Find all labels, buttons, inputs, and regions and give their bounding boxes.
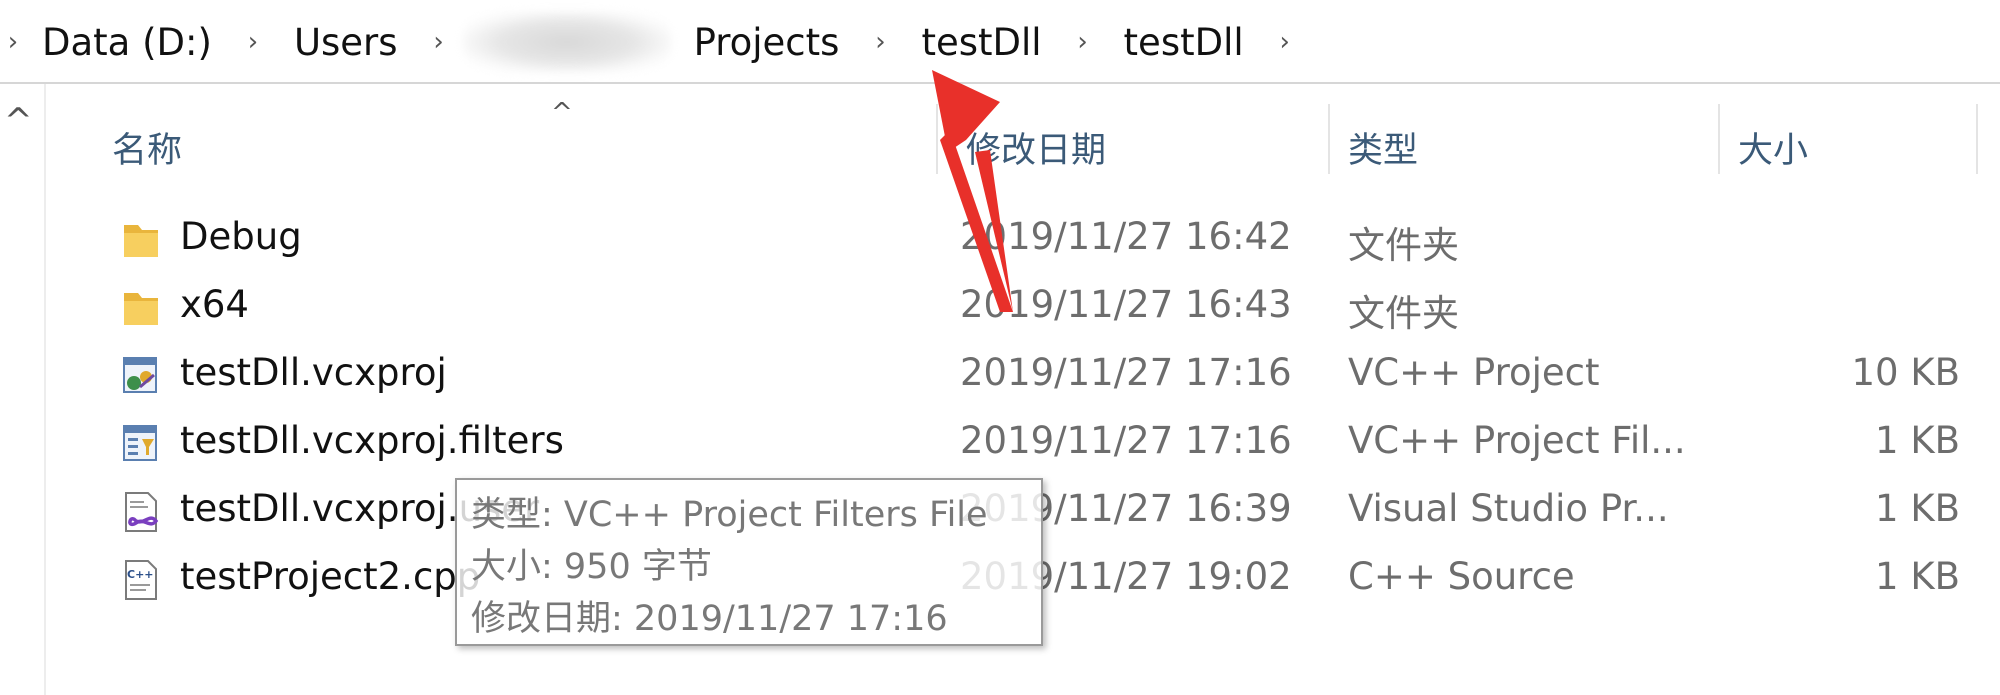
file-name: testDll.vcxproj.filters xyxy=(180,419,564,462)
chevron-right-icon[interactable]: › xyxy=(867,27,893,57)
tooltip-size: 大小: 950 字节 xyxy=(471,547,712,587)
file-date: 2019/11/27 17:16 xyxy=(960,419,1292,462)
chevron-right-icon[interactable]: › xyxy=(0,27,26,57)
breadcrumb: › Data (D:) › Users › Projects › testDll… xyxy=(0,6,2000,78)
breadcrumb-item-testdll[interactable]: testDll xyxy=(921,21,1041,64)
svg-text:C++: C++ xyxy=(127,568,154,581)
file-row[interactable]: x64 2019/11/27 16:43 文件夹 xyxy=(0,273,2000,341)
file-date: 2019/11/27 16:42 xyxy=(960,215,1292,258)
column-header-date[interactable]: 修改日期 xyxy=(966,122,1106,173)
chevron-right-icon[interactable]: › xyxy=(1070,27,1096,57)
column-divider[interactable] xyxy=(1328,104,1330,174)
breadcrumb-item-projects[interactable]: Projects xyxy=(694,21,840,64)
file-type: Visual Studio Pr... xyxy=(1348,487,1669,530)
scroll-up-icon[interactable]: ^ xyxy=(4,104,33,138)
tooltip-type: 类型: VC++ Project Filters File xyxy=(471,495,988,535)
file-row[interactable]: testDll.vcxproj 2019/11/27 17:16 VC++ Pr… xyxy=(0,341,2000,409)
visual-studio-icon xyxy=(125,492,159,532)
file-type: VC++ Project xyxy=(1348,351,1600,394)
column-header-type[interactable]: 类型 xyxy=(1348,122,1418,173)
breadcrumb-item-testdll-current[interactable]: testDll xyxy=(1124,21,1244,64)
breadcrumb-item-users[interactable]: Users xyxy=(294,21,398,64)
chevron-right-icon[interactable]: › xyxy=(1272,27,1298,57)
file-type: VC++ Project Fil... xyxy=(1348,419,1686,462)
file-name: x64 xyxy=(180,283,249,326)
column-header-name[interactable]: 名称 xyxy=(112,122,182,173)
folder-icon xyxy=(124,225,158,257)
file-size: 1 KB xyxy=(1875,487,1960,530)
file-name: Debug xyxy=(180,215,302,258)
column-divider[interactable] xyxy=(1718,104,1720,174)
column-divider[interactable] xyxy=(1976,104,1978,174)
sort-ascending-icon: ^ xyxy=(551,98,573,128)
cpp-file-icon: C++ xyxy=(125,560,157,600)
file-size: 1 KB xyxy=(1875,555,1960,598)
folder-icon xyxy=(124,293,158,325)
column-header-row: ^ 名称 修改日期 类型 大小 xyxy=(46,84,2000,180)
file-info-tooltip: 类型: VC++ Project Filters File 大小: 950 字节… xyxy=(455,478,1043,646)
breadcrumb-item-data-drive[interactable]: Data (D:) xyxy=(42,21,212,64)
column-divider[interactable] xyxy=(936,104,938,174)
file-name: testProject2.cpp xyxy=(180,555,481,598)
file-type: 文件夹 xyxy=(1348,224,1459,267)
redacted-username xyxy=(461,11,672,73)
address-bar[interactable]: › Data (D:) › Users › Projects › testDll… xyxy=(0,0,2000,84)
chevron-right-icon[interactable]: › xyxy=(426,27,452,57)
file-size: 1 KB xyxy=(1875,419,1960,462)
vcxproj-icon xyxy=(123,357,157,393)
tooltip-date: 修改日期: 2019/11/27 17:16 xyxy=(471,599,948,639)
file-row[interactable]: testDll.vcxproj.filters 2019/11/27 17:16… xyxy=(0,409,2000,477)
file-date: 2019/11/27 16:43 xyxy=(960,283,1292,326)
file-date: 2019/11/27 17:16 xyxy=(960,351,1292,394)
chevron-right-icon[interactable]: › xyxy=(240,27,266,57)
file-size: 10 KB xyxy=(1851,351,1961,394)
column-header-size[interactable]: 大小 xyxy=(1738,122,1808,173)
file-name: testDll.vcxproj xyxy=(180,351,447,394)
file-type: 文件夹 xyxy=(1348,292,1459,335)
file-type: C++ Source xyxy=(1348,555,1575,598)
file-row[interactable]: Debug 2019/11/27 16:42 文件夹 xyxy=(0,205,2000,273)
filters-icon xyxy=(123,425,157,461)
